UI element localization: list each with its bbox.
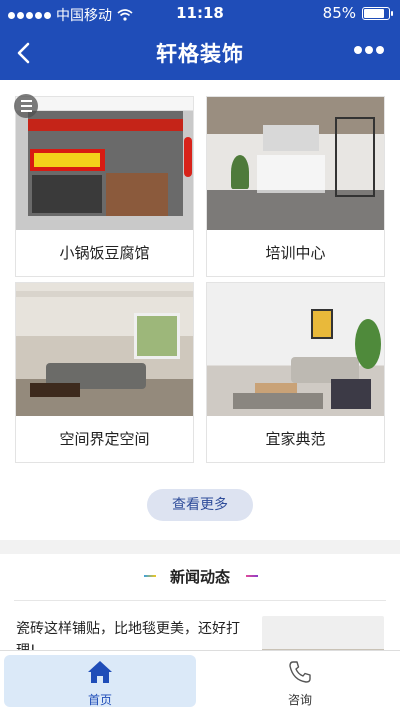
phone-icon [289,661,311,683]
title-decoration-right [246,575,258,577]
case-label: 小锅饭豆腐馆 [59,244,150,262]
case-card[interactable]: 培训中心 [206,96,385,277]
news-item-title: 瓷砖这样铺贴，比地毯更美，还好打理! [16,621,240,650]
case-image [16,97,193,230]
case-image [207,97,384,230]
main-content[interactable]: 小锅饭豆腐馆 培训中心 空间界定空间 宜家典范 查看更多 新闻动态 瓷砖这样铺贴… [0,80,400,650]
status-bar: 中国移动 11:18 85% [0,0,400,26]
tab-bar: 首页 咨询 [0,650,400,710]
section-separator [14,600,386,601]
case-label: 宜家典范 [265,430,326,448]
page-title: 轩格装饰 [156,42,244,66]
battery-fill [364,8,385,18]
news-thumbnail [262,616,384,650]
news-section-header: 新闻动态 [0,554,400,600]
case-label: 培训中心 [265,244,326,262]
case-card[interactable]: 空间界定空间 [15,282,194,463]
battery-icon [362,6,393,20]
battery-percent: 85% [322,4,356,22]
more-dots-icon[interactable] [354,46,384,54]
case-label: 空间界定空间 [59,430,150,448]
tab-consult[interactable]: 咨询 [200,651,400,710]
battery-area: 85% [322,4,393,22]
news-item[interactable]: 瓷砖这样铺贴，比地毯更美，还好打理! [0,602,400,650]
tab-home-label: 首页 [87,693,112,707]
case-card[interactable]: 小锅饭豆腐馆 [15,96,194,277]
tab-consult-label: 咨询 [287,693,312,707]
home-icon [88,661,112,683]
tab-home[interactable]: 首页 [0,651,200,710]
list-icon[interactable] [14,94,38,118]
nav-bar: 轩格装饰 [0,26,400,80]
case-card[interactable]: 宜家典范 [206,282,385,463]
section-divider [0,540,400,554]
case-image [207,283,384,416]
case-image [16,283,193,416]
news-section-title: 新闻动态 [169,568,230,586]
view-more-button[interactable]: 查看更多 [147,489,253,521]
